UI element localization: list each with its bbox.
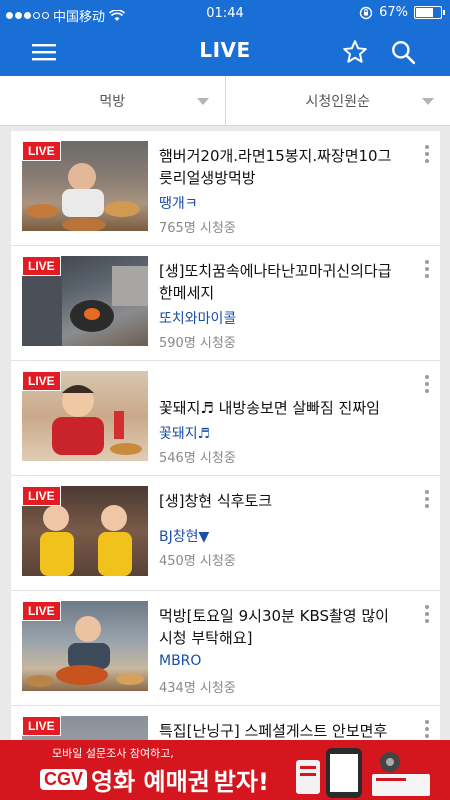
star-outline-icon[interactable] (337, 34, 373, 70)
ad-main-text: 영화 예매권 (91, 768, 210, 796)
stream-title-line: 먹방[토요일 9시30분 KBS촬영 많이 (159, 607, 389, 625)
filter-bar: 먹방 시청인원순 (0, 76, 450, 126)
stream-title-line: 시청 부탁해요] (159, 629, 253, 647)
ad-suffix-text: 받자! (213, 768, 269, 796)
stream-bj-name[interactable]: MBRO (159, 653, 201, 669)
stream-title: [생]창현 식후토크 (159, 490, 399, 512)
stream-thumbnail[interactable]: LIVE (22, 256, 148, 346)
stream-item[interactable]: LIVE 꽃돼지♬ 내방송보면 살빠짐 진짜임 꽃돼지♬ 546명 시청중 (11, 361, 440, 476)
stream-title-line: [생]창현 식후토크 (159, 492, 273, 510)
category-dropdown[interactable]: 먹방 (0, 76, 225, 125)
stream-title: 먹방[토요일 9시30분 KBS촬영 많이 시청 부탁해요] (159, 605, 399, 649)
caret-down-icon (196, 98, 209, 105)
stream-title-line: 릇리얼생방먹방 (159, 169, 256, 187)
ad-headline: CGV 영화 예매권 받자! (40, 762, 269, 797)
page-title: LIVE (199, 38, 251, 62)
stream-viewer-count: 546명 시청중 (159, 451, 236, 466)
status-right: 67% (359, 5, 445, 20)
more-vertical-icon[interactable] (424, 490, 430, 508)
caret-down-icon (422, 98, 434, 105)
stream-title-line: [생]또치꿈속에나타난꼬마귀신의다급 (159, 262, 392, 280)
more-vertical-icon[interactable] (424, 145, 430, 163)
stream-title: 햄버거20개.라면15봉지.짜장면10그 릇리얼생방먹방 (159, 145, 399, 189)
battery-icon (414, 6, 445, 19)
stream-title: 꽃돼지♬ 내방송보면 살빠짐 진짜임 (159, 375, 399, 419)
stream-thumbnail[interactable]: LIVE (22, 371, 148, 461)
more-vertical-icon[interactable] (424, 605, 430, 623)
stream-title-line: 꽃돼지♬ 내방송보면 살빠짐 진짜임 (159, 399, 380, 417)
stream-item[interactable]: LIVE 먹방[토요일 9시30분 KBS촬영 많이 시청 부탁해요] MBRO… (11, 591, 440, 706)
live-badge: LIVE (22, 256, 61, 276)
stream-bj-name[interactable]: BJ창현▼ (159, 526, 209, 546)
search-icon[interactable] (385, 34, 421, 70)
cgv-logo: CGV (40, 769, 88, 790)
more-vertical-icon[interactable] (424, 720, 430, 738)
battery-percent: 67% (379, 5, 408, 20)
live-badge: LIVE (22, 141, 61, 161)
stream-viewer-count: 765명 시청중 (159, 221, 236, 236)
stream-thumbnail[interactable]: LIVE (22, 486, 148, 576)
stream-title-line: 한메세지 (159, 284, 215, 302)
stream-viewer-count: 450명 시청중 (159, 554, 236, 569)
more-vertical-icon[interactable] (424, 375, 430, 393)
stream-bj-name[interactable]: 꽃돼지♬ (159, 423, 210, 443)
stream-item[interactable]: LIVE [생]또치꿈속에나타난꼬마귀신의다급 한메세지 또치와마이콜 590명… (11, 246, 440, 361)
stream-viewer-count: 590명 시청중 (159, 336, 236, 351)
more-vertical-icon[interactable] (424, 260, 430, 278)
stream-bj-name[interactable]: 땡개ㅋ (159, 193, 198, 213)
rotation-lock-icon (359, 6, 373, 19)
live-badge: LIVE (22, 371, 61, 391)
status-bar: 中国移动 01:44 67% (0, 0, 450, 28)
ad-banner[interactable]: 모바일 설문조사 참여하고, CGV 영화 예매권 받자! (0, 740, 450, 800)
stream-title: [생]또치꿈속에나타난꼬마귀신의다급 한메세지 (159, 260, 399, 304)
live-badge: LIVE (22, 601, 61, 621)
live-badge: LIVE (22, 486, 61, 506)
stream-item[interactable]: LIVE 햄버거20개.라면15봉지.짜장면10그 릇리얼생방먹방 땡개ㅋ 76… (11, 131, 440, 246)
app-bar: LIVE (0, 28, 450, 76)
ad-illustration (296, 748, 430, 798)
stream-bj-name[interactable]: 또치와마이콜 (159, 308, 236, 328)
ad-subtext: 모바일 설문조사 참여하고, (52, 747, 174, 760)
stream-item[interactable]: LIVE [생]창현 식후토크 BJ창현▼ 450명 시청중 (11, 476, 440, 591)
stream-viewer-count: 434명 시청중 (159, 681, 236, 696)
sort-dropdown-label: 시청인원순 (305, 93, 370, 110)
stream-thumbnail[interactable]: LIVE (22, 601, 148, 691)
stream-list: LIVE 햄버거20개.라면15봉지.짜장면10그 릇리얼생방먹방 땡개ㅋ 76… (11, 131, 440, 800)
sort-dropdown[interactable]: 시청인원순 (224, 76, 450, 125)
category-dropdown-label: 먹방 (99, 93, 126, 110)
stream-title-line: 햄버거20개.라면15봉지.짜장면10그 (159, 147, 392, 165)
stream-thumbnail[interactable]: LIVE (22, 141, 148, 231)
live-badge: LIVE (22, 716, 61, 736)
